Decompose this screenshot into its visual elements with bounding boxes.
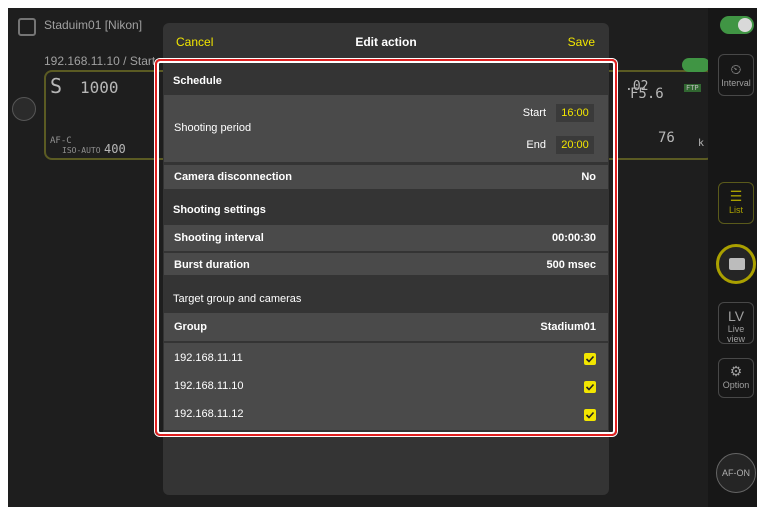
highlight-frame bbox=[155, 59, 617, 436]
dialog-header: Cancel Edit action Save bbox=[163, 23, 609, 59]
dialog-title: Edit action bbox=[355, 35, 417, 49]
app-window: Staduim01 [Nikon] 192.168.11.10 / Start … bbox=[8, 8, 757, 507]
save-button[interactable]: Save bbox=[568, 35, 595, 49]
